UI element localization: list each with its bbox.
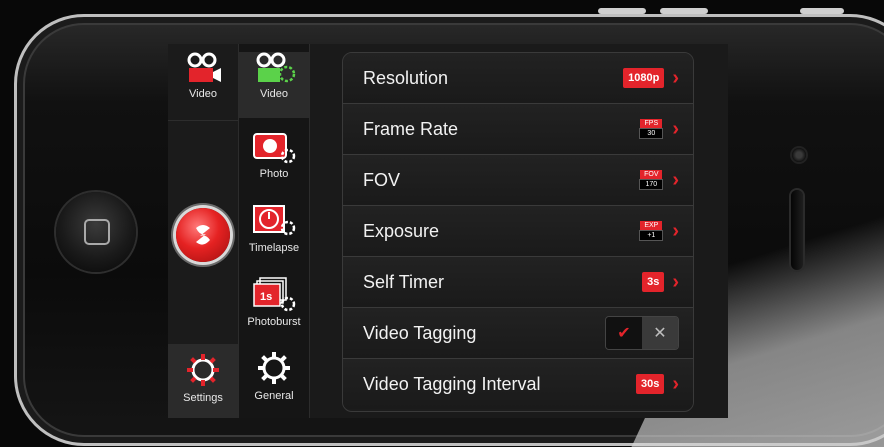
secondary-nav: Video Photo Timelapse 1s Photoburst Gene… (239, 44, 310, 418)
secondary-nav-timelapse-label: Timelapse (248, 242, 300, 254)
chevron-right-icon: › (672, 271, 679, 293)
primary-nav: Video Settings (168, 44, 239, 418)
primary-nav-settings-label: Settings (183, 392, 223, 404)
badge-bottom-text: 30 (639, 128, 664, 139)
gear-icon (187, 354, 219, 386)
setting-row-exposure[interactable]: Exposure EXP +1 › (343, 206, 693, 257)
secondary-nav-video[interactable]: Video (239, 52, 309, 118)
app-screen: Video Settings Video Photo Timelapse 1s … (168, 44, 728, 418)
setting-row-frame-rate[interactable]: Frame Rate FPS 30 › (343, 104, 693, 155)
photoburst-icon: 1s (253, 277, 296, 312)
setting-row-self-timer[interactable]: Self Timer 3s › (343, 257, 693, 308)
secondary-nav-general-label: General (254, 390, 294, 402)
earpiece-speaker (791, 190, 803, 270)
setting-row-video-tagging-interval[interactable]: Video Tagging Interval 30s › (343, 359, 693, 409)
secondary-nav-general[interactable]: General (239, 350, 309, 418)
checkmark-icon[interactable]: ✔ (606, 317, 642, 349)
video-camera-icon (187, 52, 221, 82)
divider (168, 120, 238, 121)
video-settings-icon (256, 52, 296, 83)
resolution-value-badge: 1080p (623, 68, 665, 88)
badge-bottom-text: 170 (639, 179, 664, 190)
fov-value-badge: FOV 170 (638, 170, 664, 190)
video-tagging-toggle[interactable]: ✔ ✕ (605, 316, 679, 350)
volume-button (660, 8, 708, 14)
setting-label: Exposure (363, 220, 440, 241)
photoburst-icon-text: 1s (260, 291, 272, 303)
gear-icon (258, 352, 290, 384)
setting-row-resolution[interactable]: Resolution 1080p › (343, 53, 693, 104)
primary-nav-video[interactable]: Video (168, 52, 238, 118)
primary-nav-video-label: Video (189, 88, 217, 100)
logo-mark-icon (196, 225, 210, 245)
exposure-value-badge: EXP +1 (638, 221, 664, 241)
volume-button (598, 8, 646, 14)
secondary-nav-photo-label: Photo (259, 168, 289, 180)
secondary-nav-photoburst[interactable]: 1s Photoburst (239, 276, 309, 346)
photo-camera-icon (253, 133, 296, 164)
chevron-right-icon: › (672, 220, 679, 242)
setting-label: FOV (363, 169, 401, 190)
front-camera (792, 148, 806, 162)
secondary-nav-photo[interactable]: Photo (239, 128, 309, 194)
timelapse-icon (253, 205, 296, 236)
setting-label: Frame Rate (363, 118, 459, 139)
scene: Video Settings Video Photo Timelapse 1s … (0, 0, 884, 447)
settings-list: Resolution 1080p › Frame Rate FPS 30 › F… (342, 52, 694, 412)
secondary-nav-video-label: Video (260, 88, 288, 100)
chevron-right-icon: › (672, 67, 679, 89)
secondary-nav-timelapse[interactable]: Timelapse (239, 202, 309, 272)
tagging-interval-value-badge: 30s (635, 374, 665, 394)
setting-label: Resolution (363, 67, 449, 88)
setting-label: Self Timer (363, 271, 445, 292)
home-square-icon (84, 219, 110, 245)
secondary-nav-photoburst-label: Photoburst (247, 316, 301, 328)
badge-top-text: EXP (640, 221, 663, 230)
chevron-right-icon: › (672, 169, 679, 191)
power-button (800, 8, 844, 14)
setting-label: Video Tagging Interval (363, 373, 541, 394)
app-logo (176, 208, 230, 262)
setting-row-video-tagging: Video Tagging ✔ ✕ (343, 308, 693, 359)
close-icon[interactable]: ✕ (642, 317, 678, 349)
setting-row-fov[interactable]: FOV FOV 170 › (343, 155, 693, 206)
setting-label: Video Tagging (363, 322, 477, 343)
badge-top-text: FOV (640, 170, 663, 179)
fps-value-badge: FPS 30 (638, 119, 664, 139)
badge-bottom-text: +1 (639, 230, 664, 241)
chevron-right-icon: › (672, 373, 679, 395)
self-timer-value-badge: 3s (642, 272, 665, 292)
badge-top-text: FPS (640, 119, 663, 128)
chevron-right-icon: › (672, 118, 679, 140)
primary-nav-settings[interactable]: Settings (168, 344, 238, 418)
